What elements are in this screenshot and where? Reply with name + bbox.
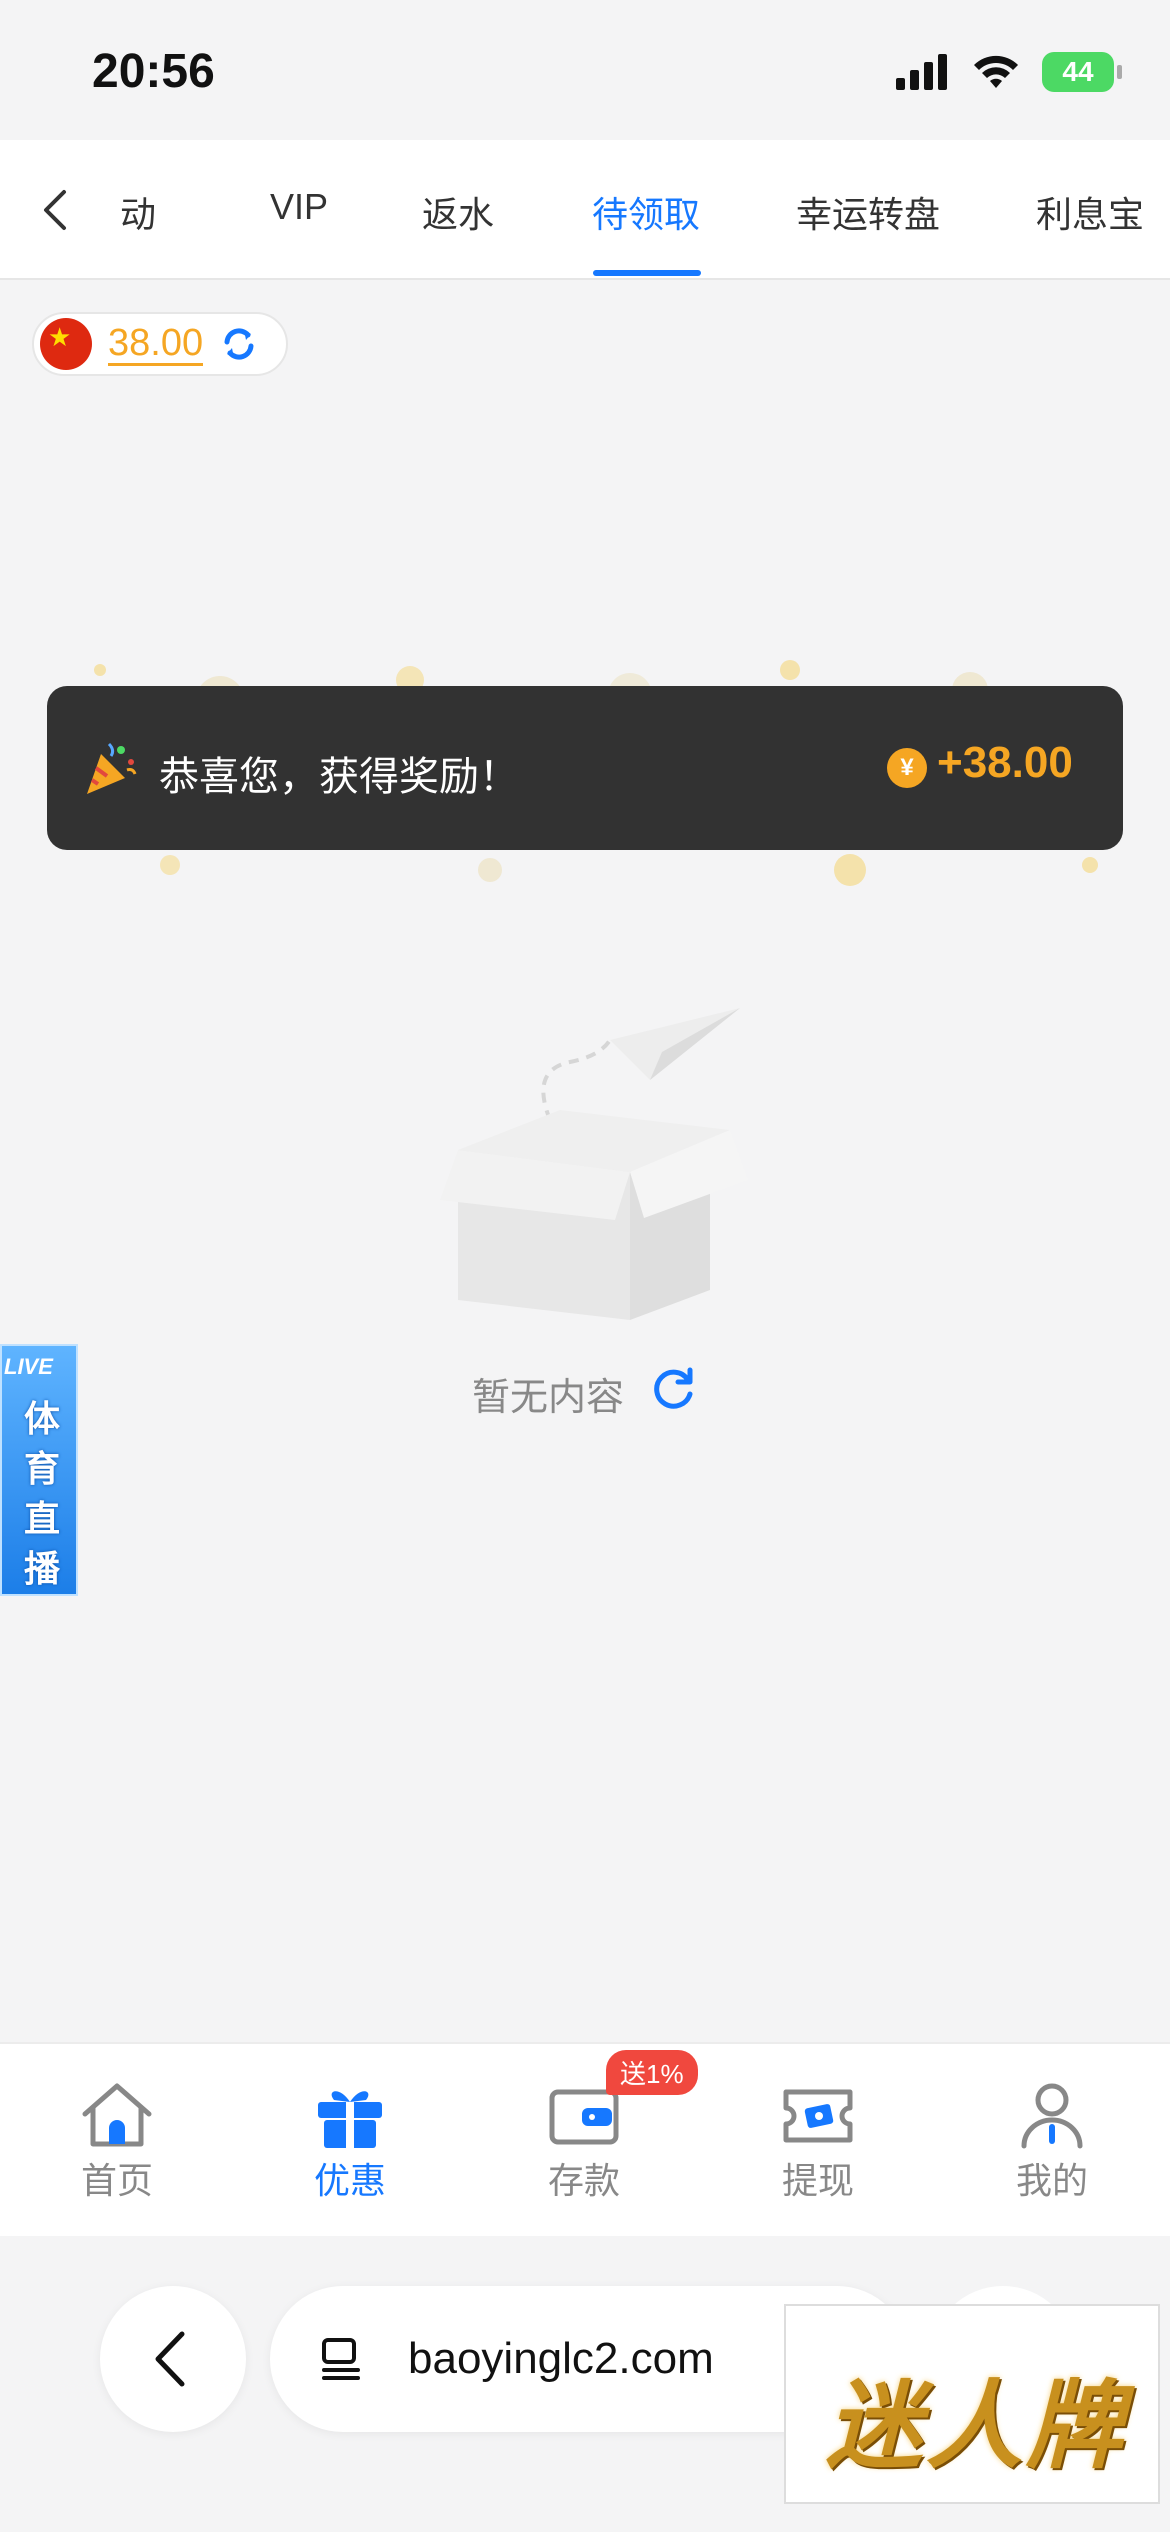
- watermark-text: 迷人牌: [826, 2373, 1126, 2480]
- back-arrow-icon: [155, 2331, 185, 2387]
- browser-back-button[interactable]: [100, 2286, 246, 2432]
- user-icon: [1021, 2083, 1083, 2149]
- bottom-nav: 首页 优惠 存款 提现 我的: [0, 2042, 1170, 2236]
- live-float-char: 育: [23, 1448, 60, 1489]
- nav-home[interactable]: 首页: [37, 2080, 197, 2220]
- refresh-icon[interactable]: [217, 322, 261, 366]
- battery-level: 44: [1062, 56, 1094, 87]
- back-chevron-icon[interactable]: [26, 180, 86, 240]
- china-flag-icon: ★: [40, 318, 92, 370]
- live-float-char: 播: [23, 1548, 60, 1589]
- home-icon: [82, 2083, 152, 2147]
- withdraw-icon: [783, 2089, 853, 2143]
- status-time: 20:56: [92, 45, 215, 98]
- nav-label: 首页: [80, 2160, 153, 2201]
- tab-vip[interactable]: VIP: [270, 186, 328, 228]
- empty-state-text: 暂无内容: [472, 1377, 625, 1419]
- gift-icon: [318, 2091, 382, 2148]
- nav-withdraw[interactable]: 提现: [738, 2080, 898, 2220]
- live-float-char: 直: [23, 1498, 60, 1539]
- tab-activity[interactable]: 动: [120, 186, 156, 238]
- signal-icon: [896, 54, 947, 90]
- reload-icon[interactable]: [650, 1364, 698, 1412]
- status-bar: 20:56 44: [0, 0, 1170, 140]
- nav-promotions[interactable]: 优惠: [270, 2080, 430, 2220]
- active-tab-indicator: [593, 270, 701, 276]
- tab-pending[interactable]: 待领取: [592, 186, 700, 238]
- status-icons: 44: [896, 52, 1122, 92]
- live-float-char: 体: [23, 1398, 60, 1439]
- watermark-logo: 迷人牌: [784, 2304, 1160, 2504]
- browser-url: baoyinglc2.com: [408, 2334, 714, 2383]
- nav-deposit[interactable]: 存款: [504, 2080, 664, 2220]
- balance-value: 38.00: [108, 321, 204, 366]
- nav-profile[interactable]: 我的: [972, 2080, 1132, 2220]
- toast-amount: +38.00: [937, 738, 1073, 787]
- tab-rebate[interactable]: 返水: [422, 186, 494, 238]
- empty-box-icon: [440, 1008, 748, 1320]
- deposit-bonus-badge: 送1%: [606, 2050, 698, 2095]
- tab-interest[interactable]: 利息宝: [1036, 186, 1144, 238]
- party-popper-icon: [87, 742, 137, 794]
- toast-message: 恭喜您，获得奖励！: [159, 755, 519, 799]
- yen-coin-icon: ¥: [887, 748, 927, 788]
- nav-label: 存款: [547, 2160, 620, 2201]
- tab-lucky-wheel[interactable]: 幸运转盘: [796, 186, 940, 238]
- nav-label: 优惠: [313, 2160, 386, 2201]
- promo-tab-bar: 动 VIP 返水 待领取 幸运转盘 利息宝: [0, 140, 1170, 280]
- live-sports-float-button[interactable]: LIVE 体 育 直 播: [0, 1344, 78, 1596]
- balance-pill[interactable]: ★ 38.00: [32, 312, 288, 376]
- nav-label: 提现: [781, 2160, 854, 2201]
- live-tag: LIVE: [4, 1354, 53, 1379]
- reward-toast: 恭喜您，获得奖励！ ¥ +38.00: [47, 686, 1123, 850]
- battery-icon: 44: [1042, 52, 1122, 92]
- wifi-icon: [974, 55, 1018, 88]
- nav-label: 我的: [1015, 2160, 1088, 2201]
- page-menu-icon: [322, 2338, 360, 2380]
